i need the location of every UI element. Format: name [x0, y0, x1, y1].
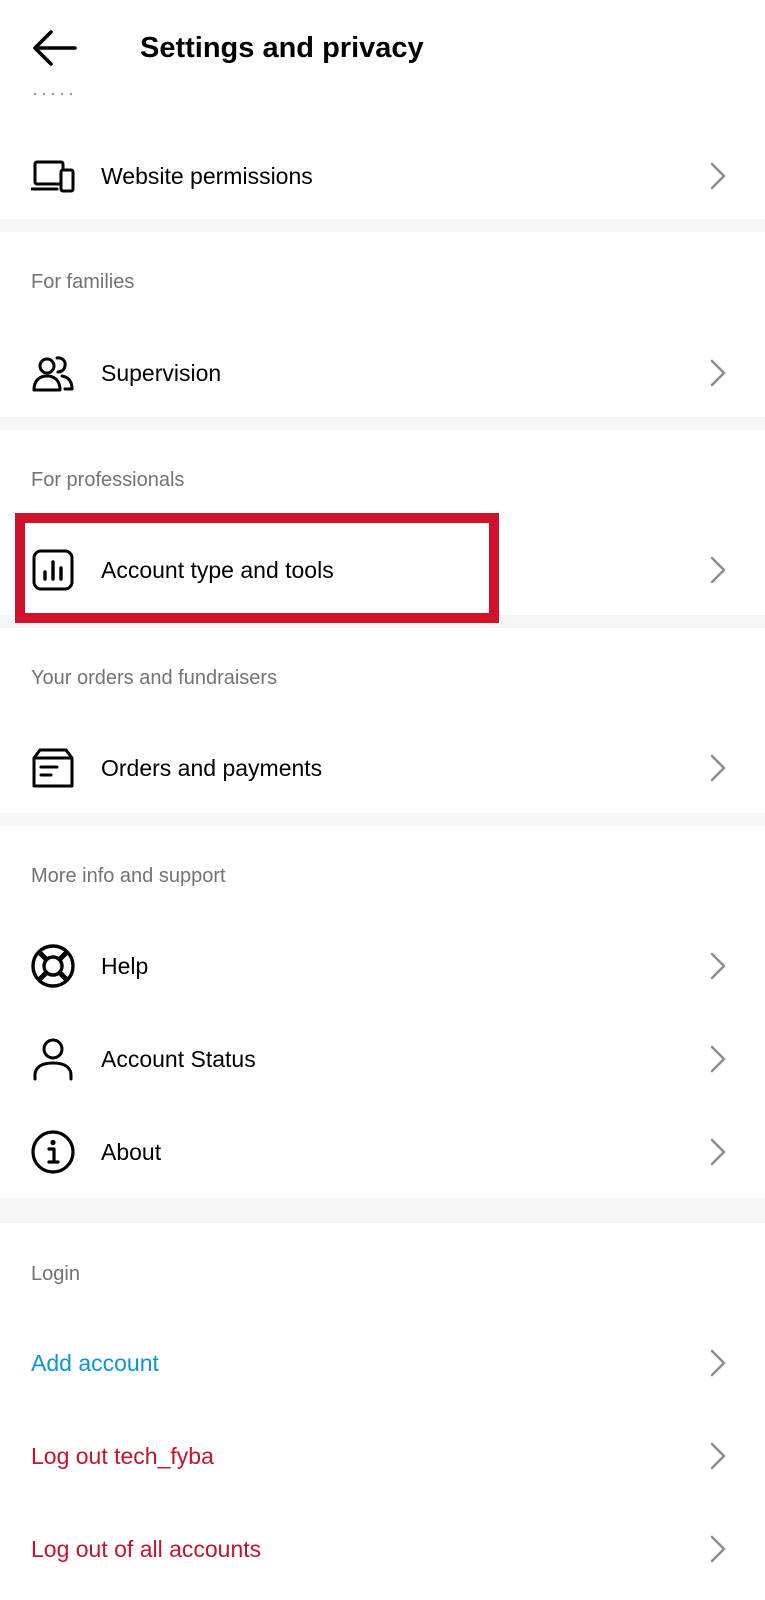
- section-title-professionals: For professionals: [31, 469, 185, 491]
- scrolled-content-fade: [33, 92, 73, 96]
- back-arrow-icon: [33, 30, 77, 66]
- section-separator: [0, 615, 765, 628]
- devices-icon: [30, 153, 76, 199]
- section-title-families: For families: [31, 271, 135, 293]
- bar-chart-icon: [30, 547, 76, 593]
- back-button[interactable]: [30, 28, 78, 68]
- log-out-all-accounts-item[interactable]: Log out of all accounts: [0, 1509, 765, 1589]
- chevron-right-icon: [710, 1045, 726, 1073]
- orders-and-payments-label: Orders and payments: [101, 755, 323, 781]
- section-separator: [0, 219, 765, 232]
- chevron-right-icon: [710, 359, 726, 387]
- package-icon: [30, 745, 76, 791]
- section-title-support: More info and support: [31, 865, 226, 887]
- chevron-right-icon: [710, 1442, 726, 1470]
- about-label: About: [101, 1139, 162, 1165]
- chevron-right-icon: [710, 1535, 726, 1563]
- section-title-login: Login: [31, 1263, 80, 1285]
- account-type-and-tools-label: Account type and tools: [101, 557, 334, 583]
- orders-and-payments-item[interactable]: Orders and payments: [0, 728, 765, 808]
- section-separator: [0, 1198, 765, 1223]
- supervision-item[interactable]: Supervision: [0, 333, 765, 413]
- chevron-right-icon: [710, 162, 726, 190]
- chevron-right-icon: [710, 556, 726, 584]
- people-icon: [30, 350, 76, 396]
- chevron-right-icon: [710, 952, 726, 980]
- log-out-user-item[interactable]: Log out tech_fyba: [0, 1416, 765, 1496]
- page-title: Settings and privacy: [140, 32, 424, 64]
- log-out-all-accounts-label: Log out of all accounts: [31, 1536, 262, 1562]
- chevron-right-icon: [710, 1349, 726, 1377]
- supervision-label: Supervision: [101, 360, 222, 386]
- top-bar: Settings and privacy: [0, 0, 765, 96]
- lifebuoy-icon: [30, 943, 76, 989]
- account-status-item[interactable]: Account Status: [0, 1019, 765, 1099]
- section-separator: [0, 813, 765, 826]
- help-item[interactable]: Help: [0, 926, 765, 1006]
- website-permissions-label: Website permissions: [101, 163, 313, 189]
- help-label: Help: [101, 953, 149, 979]
- account-type-and-tools-item[interactable]: Account type and tools: [0, 530, 765, 610]
- account-status-label: Account Status: [101, 1046, 256, 1072]
- section-title-orders: Your orders and fundraisers: [31, 667, 278, 689]
- add-account-item[interactable]: Add account: [0, 1323, 765, 1403]
- website-permissions-item[interactable]: Website permissions: [0, 136, 765, 216]
- add-account-label: Add account: [31, 1350, 159, 1376]
- log-out-user-label: Log out tech_fyba: [31, 1443, 214, 1469]
- about-item[interactable]: About: [0, 1112, 765, 1192]
- chevron-right-icon: [710, 754, 726, 782]
- info-icon: [30, 1129, 76, 1175]
- chevron-right-icon: [710, 1138, 726, 1166]
- person-icon: [30, 1036, 76, 1082]
- section-separator: [0, 417, 765, 430]
